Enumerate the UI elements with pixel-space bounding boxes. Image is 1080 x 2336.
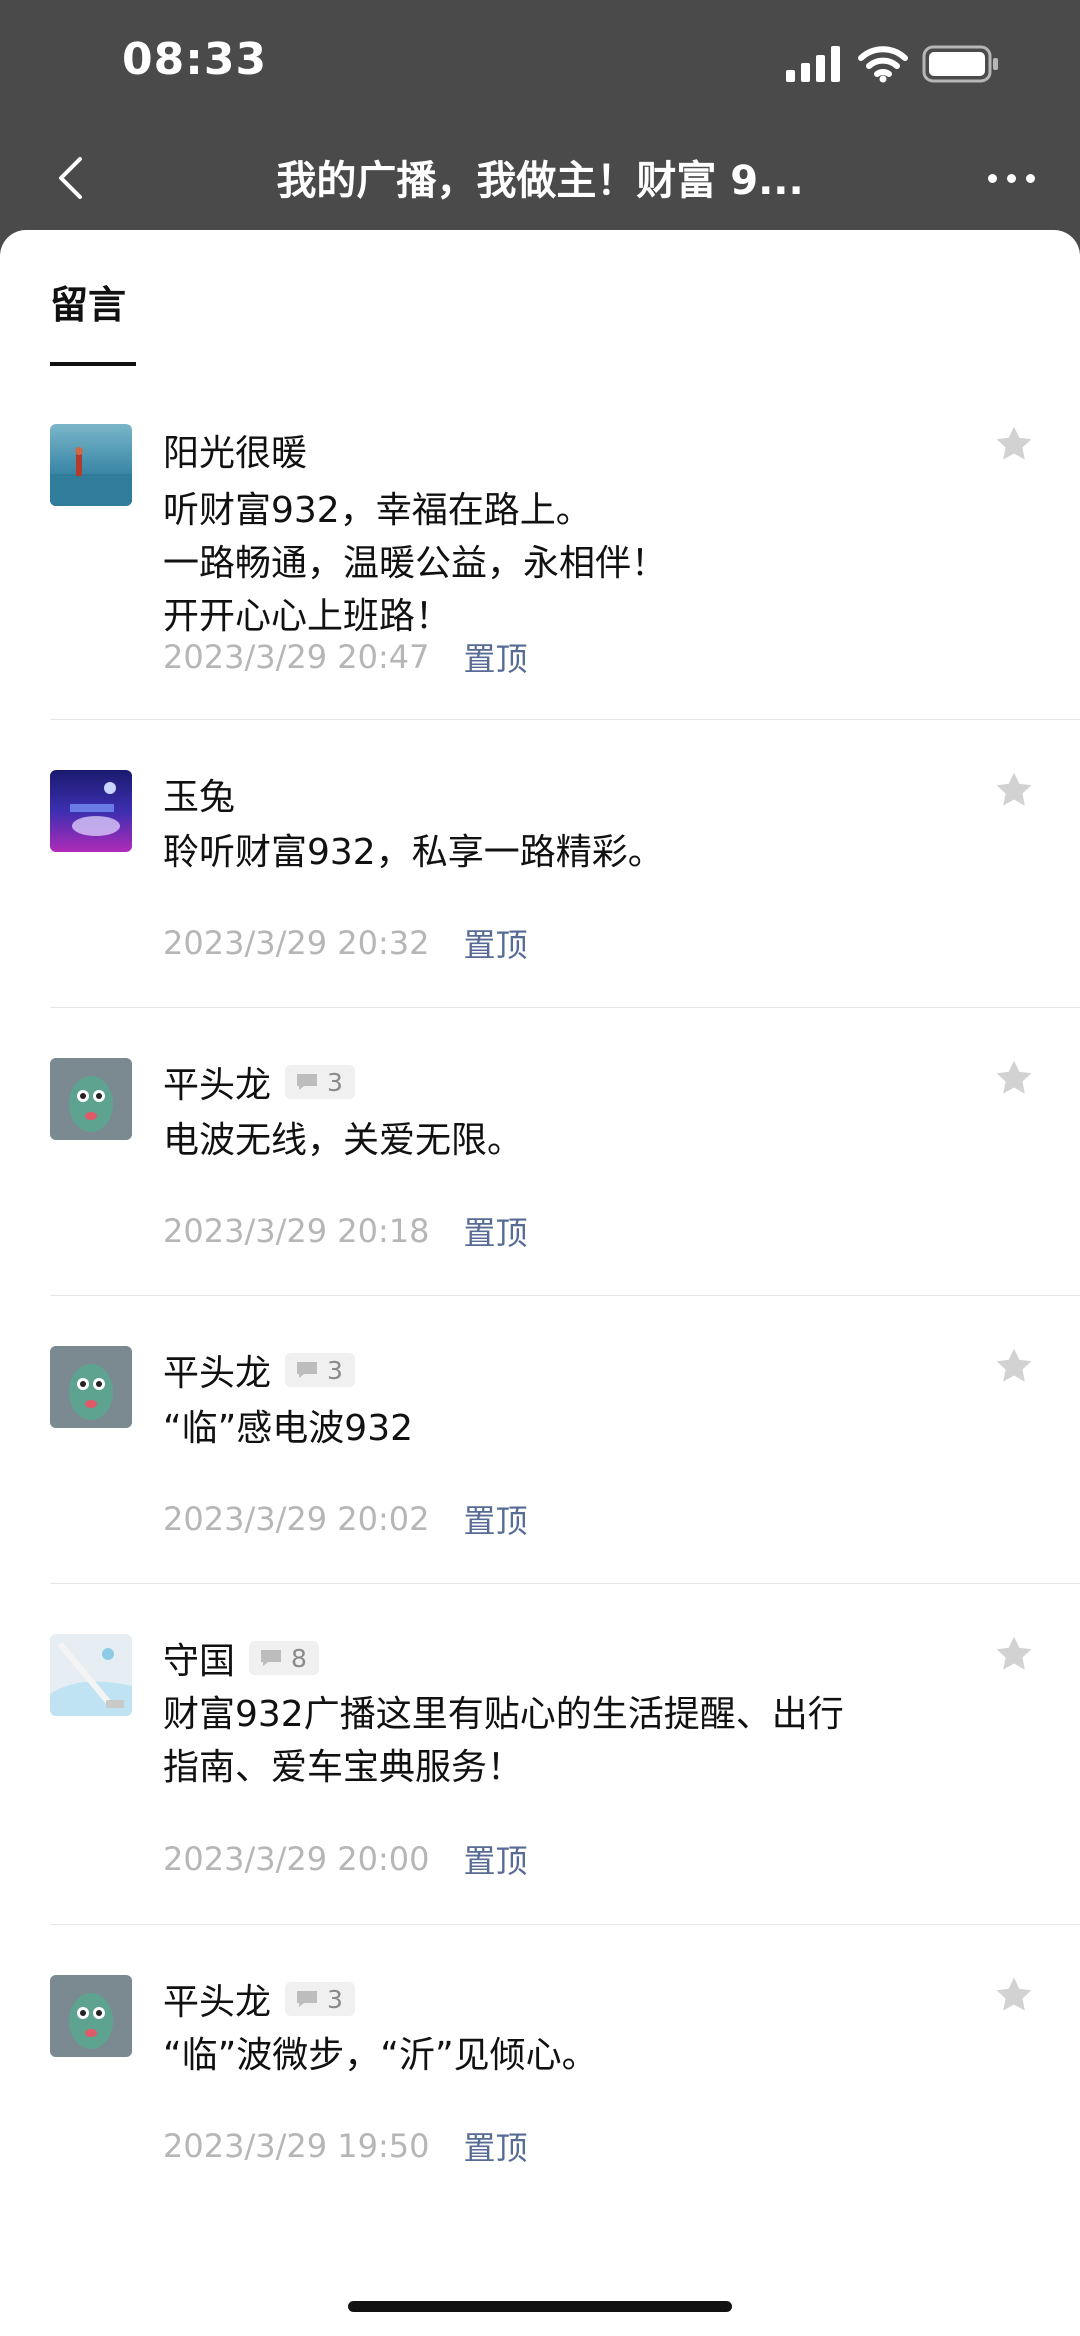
avatar[interactable] — [50, 1975, 132, 2057]
comment-meta: 2023/3/29 20:32 置顶 — [163, 920, 527, 966]
comment-time: 2023/3/29 19:50 — [163, 2127, 430, 2165]
comment-author-row: 平头龙 3 — [163, 1973, 355, 2025]
more-dots-icon — [987, 173, 997, 183]
tab-comments-label: 留言 — [50, 283, 127, 327]
comment-meta: 2023/3/29 20:47 置顶 — [163, 634, 527, 680]
status-bar: 08:33 — [0, 0, 1080, 128]
comment-time: 2023/3/29 20:47 — [163, 638, 430, 676]
comment-item: 守国 8 财富932广播这里有贴心的生活提醒、出行 指南、爱车宝典服务！ 202… — [0, 1584, 1080, 1925]
avatar[interactable] — [50, 1634, 132, 1716]
comment-time: 2023/3/29 20:32 — [163, 924, 430, 962]
page-title: 我的广播，我做主！财富 9... — [276, 158, 804, 204]
status-time: 08:33 — [122, 34, 268, 85]
comment-bubble-icon — [297, 1074, 318, 1090]
tab-underline — [50, 362, 136, 366]
comment-meta: 2023/3/29 20:00 置顶 — [163, 1836, 527, 1882]
comment-meta: 2023/3/29 19:50 置顶 — [163, 2123, 527, 2169]
comment-meta: 2023/3/29 20:02 置顶 — [163, 1496, 527, 1542]
comment-author[interactable]: 平头龙 — [163, 1973, 271, 2025]
comment-author-row: 守国 8 — [163, 1632, 319, 1684]
reply-count: 3 — [327, 1984, 343, 2014]
comment-author[interactable]: 平头龙 — [163, 1056, 271, 1108]
reply-count-badge[interactable]: 3 — [285, 1065, 355, 1099]
avatar[interactable] — [50, 1058, 132, 1140]
comments-sheet: 留言 阳光很暖 听财富932，幸福在路上。 一路畅通，温暖公益，永相伴！ 开开心… — [0, 230, 1080, 2336]
comment-time: 2023/3/29 20:02 — [163, 1500, 430, 1538]
comment-time: 2023/3/29 20:18 — [163, 1212, 430, 1250]
star-icon[interactable] — [992, 1632, 1036, 1676]
chevron-left-icon — [59, 157, 82, 199]
reply-count-badge[interactable]: 8 — [249, 1641, 319, 1675]
comment-author[interactable]: 玉兔 — [163, 768, 235, 820]
more-button[interactable] — [976, 148, 1046, 208]
comment-text: “临”波微步，“沂”见倾心。 — [163, 2035, 598, 2076]
comment-bubble-icon — [297, 1991, 318, 2007]
pin-button[interactable]: 置顶 — [463, 1836, 527, 1882]
avatar[interactable] — [50, 424, 132, 506]
comment-item: 平头龙 3 “临”波微步，“沂”见倾心。 2023/3/29 19:50 置顶 — [0, 1925, 1080, 2225]
comment-author-row: 平头龙 3 — [163, 1344, 355, 1396]
comment-meta: 2023/3/29 20:18 置顶 — [163, 1208, 527, 1254]
tab-comments[interactable]: 留言 — [50, 274, 126, 329]
home-indicator — [348, 2301, 732, 2312]
star-icon[interactable] — [992, 1056, 1036, 1100]
comment-bubble-icon — [261, 1650, 282, 1666]
reply-count: 3 — [327, 1355, 343, 1385]
reply-count-badge[interactable]: 3 — [285, 1353, 355, 1387]
comment-time: 2023/3/29 20:00 — [163, 1840, 430, 1878]
status-icons — [786, 44, 1000, 84]
nav-bar: 我的广播，我做主！财富 9... — [0, 128, 1080, 228]
comment-author-row: 平头龙 3 — [163, 1056, 355, 1108]
wifi-icon — [858, 46, 908, 83]
comment-item: 玉兔 聆听财富932，私享一路精彩。 2023/3/29 20:32 置顶 — [0, 720, 1080, 1008]
comment-author[interactable]: 平头龙 — [163, 1344, 271, 1396]
back-button[interactable] — [40, 148, 100, 208]
avatar[interactable] — [50, 770, 132, 852]
star-icon[interactable] — [992, 768, 1036, 812]
comment-author[interactable]: 守国 — [163, 1632, 235, 1684]
star-icon[interactable] — [992, 1344, 1036, 1388]
comment-author-row: 玉兔 — [163, 768, 235, 820]
comment-text: 电波无线，关爱无限。 — [163, 1120, 524, 1161]
reply-count: 3 — [327, 1067, 343, 1097]
star-icon[interactable] — [992, 1973, 1036, 2017]
reply-count-badge[interactable]: 3 — [285, 1982, 355, 2016]
comment-text: 听财富932，幸福在路上。 一路畅通，温暖公益，永相伴！ 开开心心上班路！ — [163, 490, 668, 637]
reply-count: 8 — [291, 1643, 307, 1673]
pin-button[interactable]: 置顶 — [463, 2123, 527, 2169]
comment-bubble-icon — [297, 1362, 318, 1378]
comment-text: 聆听财富932，私享一路精彩。 — [163, 832, 664, 873]
comment-author[interactable]: 阳光很暖 — [163, 424, 307, 476]
avatar[interactable] — [50, 1346, 132, 1428]
cellular-signal-icon — [786, 46, 840, 82]
star-icon[interactable] — [992, 422, 1036, 466]
battery-icon — [922, 45, 998, 83]
comment-text: 财富932广播这里有贴心的生活提醒、出行 指南、爱车宝典服务！ — [163, 1694, 844, 1788]
comment-item: 阳光很暖 听财富932，幸福在路上。 一路畅通，温暖公益，永相伴！ 开开心心上班… — [0, 388, 1080, 720]
comment-item: 平头龙 3 “临”感电波932 2023/3/29 20:02 置顶 — [0, 1296, 1080, 1584]
comment-text: “临”感电波932 — [163, 1408, 414, 1449]
comment-list: 阳光很暖 听财富932，幸福在路上。 一路畅通，温暖公益，永相伴！ 开开心心上班… — [0, 388, 1080, 2225]
comment-item: 平头龙 3 电波无线，关爱无限。 2023/3/29 20:18 置顶 — [0, 1008, 1080, 1296]
pin-button[interactable]: 置顶 — [463, 634, 527, 680]
pin-button[interactable]: 置顶 — [463, 920, 527, 966]
pin-button[interactable]: 置顶 — [463, 1496, 527, 1542]
comment-author-row: 阳光很暖 — [163, 424, 307, 476]
pin-button[interactable]: 置顶 — [463, 1208, 527, 1254]
